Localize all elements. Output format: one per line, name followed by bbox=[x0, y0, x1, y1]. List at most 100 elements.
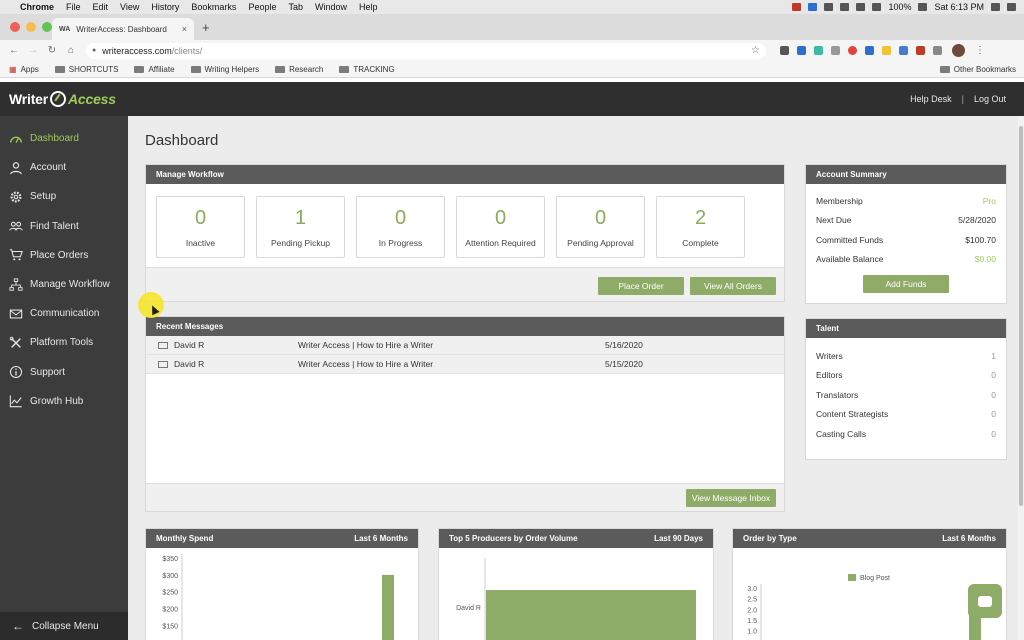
extension-icon[interactable] bbox=[882, 46, 891, 55]
bookmark-label: Affiliate bbox=[148, 64, 175, 74]
new-tab-button[interactable]: + bbox=[202, 20, 210, 35]
talent-value: 0 bbox=[991, 370, 996, 381]
other-bookmarks[interactable]: Other Bookmarks bbox=[939, 65, 1016, 74]
workflow-footer: Place Order View All Orders bbox=[146, 267, 784, 301]
talent-row-editors[interactable]: Editors 0 bbox=[806, 366, 1006, 386]
menu-view[interactable]: View bbox=[120, 2, 139, 12]
chat-button[interactable] bbox=[968, 584, 1002, 618]
writeraccess-logo[interactable]: Writer Access bbox=[9, 91, 116, 107]
extension-icon[interactable] bbox=[865, 46, 874, 55]
home-icon[interactable]: ⌂ bbox=[66, 45, 76, 56]
dashboard-icon bbox=[8, 132, 24, 146]
lock-icon[interactable]: ● bbox=[92, 47, 96, 54]
sidebar-item-dashboard[interactable]: Dashboard bbox=[0, 124, 128, 153]
sidebar-item-setup[interactable]: Setup bbox=[0, 182, 128, 211]
bluetooth-icon[interactable] bbox=[856, 3, 866, 11]
sidebar-item-place-orders[interactable]: Place Orders bbox=[0, 241, 128, 270]
view-all-orders-button[interactable]: View All Orders bbox=[690, 277, 776, 295]
battery-percent[interactable]: 100% bbox=[888, 2, 911, 12]
stat-pending-pickup[interactable]: 1 Pending Pickup bbox=[256, 196, 345, 258]
stat-in-progress[interactable]: 0 In Progress bbox=[356, 196, 445, 258]
summary-key: Available Balance bbox=[816, 254, 884, 265]
bookmark-folder[interactable]: Research bbox=[275, 65, 323, 74]
back-icon[interactable]: ← bbox=[9, 45, 19, 56]
extension-icon[interactable] bbox=[933, 46, 942, 55]
extension-icon[interactable] bbox=[899, 46, 908, 55]
extension-icon[interactable] bbox=[797, 46, 806, 55]
extension-icon[interactable] bbox=[916, 46, 925, 55]
bookmark-folder[interactable]: Affiliate bbox=[134, 64, 175, 74]
page-scrollbar[interactable] bbox=[1018, 116, 1024, 640]
reload-icon[interactable]: ↻ bbox=[47, 45, 57, 56]
minimize-window-button[interactable] bbox=[26, 22, 36, 32]
extension-icon[interactable] bbox=[814, 46, 823, 55]
bookmark-star-icon[interactable]: ☆ bbox=[751, 45, 760, 56]
sidebar-item-account[interactable]: Account bbox=[0, 153, 128, 182]
menu-bookmarks[interactable]: Bookmarks bbox=[191, 2, 236, 12]
menu-clock[interactable]: Sat 6:13 PM bbox=[934, 2, 984, 12]
talent-row-casting-calls[interactable]: Casting Calls 0 bbox=[806, 424, 1006, 444]
message-row[interactable]: David R Writer Access | How to Hire a Wr… bbox=[146, 355, 784, 374]
menu-people[interactable]: People bbox=[248, 2, 276, 12]
bookmark-apps[interactable]: ▦ Apps bbox=[9, 65, 39, 74]
extensions-area bbox=[780, 46, 942, 55]
bookmark-folder[interactable]: Writing Helpers bbox=[190, 65, 259, 74]
help-desk-link[interactable]: Help Desk bbox=[910, 94, 952, 104]
view-message-inbox-button[interactable]: View Message Inbox bbox=[686, 489, 776, 507]
close-tab-icon[interactable]: × bbox=[182, 24, 187, 34]
menu-history[interactable]: History bbox=[151, 2, 179, 12]
sidebar-item-manage-workflow[interactable]: Manage Workflow bbox=[0, 270, 128, 299]
stat-complete[interactable]: 2 Complete bbox=[656, 196, 745, 258]
menu-edit[interactable]: Edit bbox=[93, 2, 109, 12]
bar bbox=[486, 590, 696, 640]
extension-icon[interactable] bbox=[848, 46, 857, 55]
url-host: writeraccess.com bbox=[102, 45, 172, 56]
menu-app[interactable]: Chrome bbox=[20, 2, 54, 12]
message-row[interactable]: David R Writer Access | How to Hire a Wr… bbox=[146, 336, 784, 355]
wifi-icon[interactable] bbox=[872, 3, 882, 11]
collapse-menu-button[interactable]: ← Collapse Menu bbox=[0, 612, 128, 640]
scrollbar-thumb[interactable] bbox=[1019, 126, 1023, 506]
sidebar-item-communication[interactable]: Communication bbox=[0, 299, 128, 328]
sidebar-item-platform-tools[interactable]: Platform Tools bbox=[0, 328, 128, 357]
zoom-window-button[interactable] bbox=[42, 22, 52, 32]
status-app-icon[interactable] bbox=[808, 3, 818, 11]
menu-file[interactable]: File bbox=[66, 2, 81, 12]
search-icon[interactable] bbox=[991, 3, 1000, 11]
collapse-menu-label: Collapse Menu bbox=[32, 620, 99, 632]
add-funds-button[interactable]: Add Funds bbox=[863, 275, 949, 293]
battery-icon[interactable] bbox=[918, 3, 928, 11]
logout-link[interactable]: Log Out bbox=[974, 94, 1006, 104]
browser-tab-active[interactable]: WA WriterAccess: Dashboard × bbox=[52, 18, 194, 40]
control-icon[interactable] bbox=[1007, 3, 1016, 11]
sidebar-item-growth-hub[interactable]: Growth Hub bbox=[0, 387, 128, 416]
sidebar-item-find-talent[interactable]: Find Talent bbox=[0, 212, 128, 241]
menu-help[interactable]: Help bbox=[359, 2, 378, 12]
address-bar[interactable]: ● writeraccess.com/clients/ ☆ bbox=[86, 42, 766, 59]
status-app-icon[interactable] bbox=[840, 3, 850, 11]
browser-toolbar: ← → ↻ ⌂ ● writeraccess.com/clients/ ☆ ⋮ bbox=[0, 40, 1024, 61]
sidebar-item-support[interactable]: Support bbox=[0, 358, 128, 387]
stat-pending-approval[interactable]: 0 Pending Approval bbox=[556, 196, 645, 258]
menu-window[interactable]: Window bbox=[315, 2, 347, 12]
talent-key: Writers bbox=[816, 350, 843, 361]
profile-avatar[interactable] bbox=[952, 44, 965, 57]
talent-row-content-strategists[interactable]: Content Strategists 0 bbox=[806, 405, 1006, 425]
talent-row-writers[interactable]: Writers 1 bbox=[806, 346, 1006, 366]
talent-key: Translators bbox=[816, 389, 859, 400]
forward-icon[interactable]: → bbox=[28, 45, 38, 56]
extension-icon[interactable] bbox=[831, 46, 840, 55]
stat-attention-required[interactable]: 0 Attention Required bbox=[456, 196, 545, 258]
place-order-button[interactable]: Place Order bbox=[598, 277, 684, 295]
extension-icon[interactable] bbox=[780, 46, 789, 55]
status-app-icon[interactable] bbox=[824, 3, 834, 11]
bookmark-folder[interactable]: TRACKING bbox=[339, 65, 395, 74]
stat-inactive[interactable]: 0 Inactive bbox=[156, 196, 245, 258]
talent-row-translators[interactable]: Translators 0 bbox=[806, 385, 1006, 405]
browser-menu-icon[interactable]: ⋮ bbox=[975, 45, 985, 56]
menu-tab[interactable]: Tab bbox=[288, 2, 303, 12]
summary-key: Membership bbox=[816, 195, 863, 206]
bookmark-folder[interactable]: SHORTCUTS bbox=[54, 65, 118, 74]
record-icon[interactable] bbox=[792, 3, 802, 11]
close-window-button[interactable] bbox=[10, 22, 20, 32]
